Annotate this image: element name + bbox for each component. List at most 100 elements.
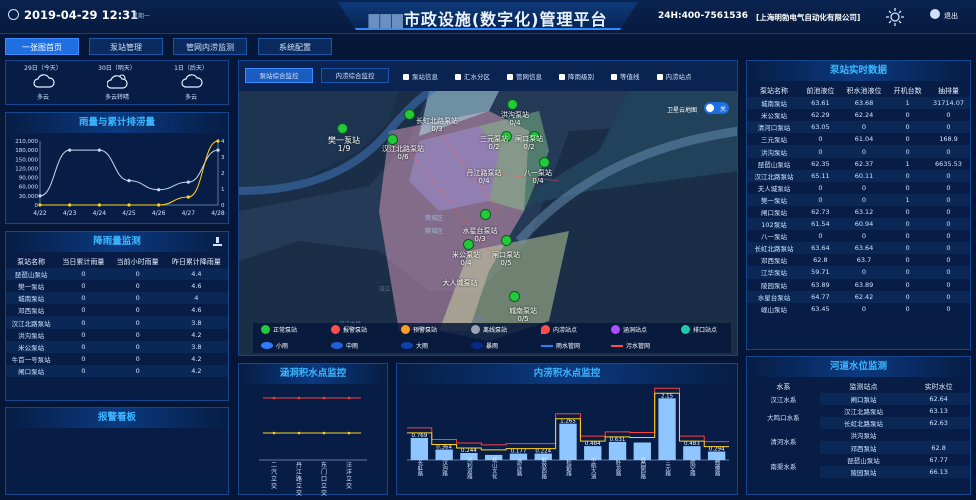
logout-link[interactable]: 退出 — [944, 11, 958, 21]
table-row: 米公泵站 0 0 3.8 — [6, 340, 228, 353]
pump-marker[interactable] — [387, 134, 398, 145]
cloud-icon — [33, 74, 55, 88]
nav-pump[interactable]: 泵站管理 — [89, 38, 163, 55]
checkbox-icon — [611, 74, 617, 80]
table-row: 城南泵站 63.61 63.68 1 31714.07 — [747, 97, 970, 110]
pump-label: 八一泵站 0/4 — [524, 169, 552, 185]
waterlevel-panel: 河道水位监测 水系 监测站点 实时水位 汉江水系 闸口泵站 62.64 大鸣口水系 汉江北路泵… — [746, 356, 971, 495]
data-label: 0.769 — [412, 433, 428, 439]
x-tick-label: 卧龙路 — [615, 459, 622, 478]
x-tick-label: 解放西路 — [540, 456, 547, 481]
data-label: 0.244 — [461, 448, 477, 454]
table-row: 陵园泵站 63.89 63.89 0 0 — [761, 280, 951, 290]
svg-text:汉江: 汉江 — [474, 315, 486, 323]
y-tick-label: 180,000 — [15, 148, 38, 154]
rainfall-panel: 雨量与累计排涝量 210,000 180,000 150,000 120,000 90,… — [5, 112, 229, 224]
data-point — [97, 203, 101, 207]
waterlevel-table: 水系 监测站点 实时水位 汉江水系 闸口泵站 62.64 大鸣口水系 汉江北路泵站 63.13 长… — [747, 381, 970, 478]
tab-flood-monitor[interactable]: 内涝综合监控 — [321, 68, 389, 83]
alarm-title: 报警看板 — [6, 408, 228, 428]
table-row: 夫人城泵站 0 0 0 0 — [757, 183, 951, 193]
x-tick-label: 游泳路 — [515, 459, 522, 478]
x-tick-label: 春园西路 — [639, 456, 646, 481]
table-row: 汉江北路泵站 0 0 3.8 — [6, 316, 228, 329]
weekday: 星期一 — [132, 13, 151, 20]
waterlog-title: 内涝积水点监控 — [397, 364, 737, 384]
map-filters: 泵站信息 汇水分区 管网信息 降雨级别 等值线 内涝站点 — [403, 71, 692, 81]
data-label: 0.364 — [436, 445, 452, 451]
table-row: 江华泵站 59.71 0 0 0 — [747, 266, 970, 279]
pump-label: 三元泵站 0/2 — [480, 135, 508, 151]
data-point — [38, 203, 42, 207]
data-point — [38, 194, 42, 198]
data-point — [127, 179, 131, 183]
cloud-icon — [181, 74, 203, 88]
sun-icon[interactable] — [886, 8, 904, 26]
bar — [707, 451, 726, 460]
pump-marker[interactable] — [337, 123, 348, 134]
data-label: 0.631 — [610, 437, 626, 443]
hotline: 24H:400-7561536 — [658, 11, 749, 21]
pump-label: 闸口泵站 0/2 — [515, 135, 543, 151]
pumpdata-table: 泵站名称 前池液位 积水池液位 开机台数 抽排量 城南泵站 63.61 63.68 1 31714… — [747, 85, 970, 315]
data-label: 0.294 — [709, 447, 725, 453]
user-icon[interactable] — [930, 9, 940, 19]
culvert-cat: 东门口立交 — [320, 462, 327, 497]
table-row: 三元泵站 0 61.04 0 168.9 — [761, 135, 958, 145]
map-canvas[interactable]: 樊城区 汉江 汉江大桥 汉江 — [239, 91, 738, 356]
data-point — [216, 148, 220, 152]
table-row: 琵琶山泵站 62.35 62.37 1 6635.53 — [757, 159, 962, 169]
datetime: 2019-04-29 12:31 — [24, 8, 139, 22]
table-row: 八一泵站 0 0 0 0 — [761, 232, 951, 242]
culvert-title: 涵洞积水点监控 — [239, 364, 387, 384]
table-row: 邓西泵站 0 0 4.6 — [18, 306, 202, 316]
satellite-toggle[interactable]: 关 — [704, 102, 729, 114]
filter-checkbox[interactable]: 内涝站点 — [656, 71, 692, 81]
x-tick-label: 三元路 — [664, 460, 671, 478]
pump-marker[interactable] — [507, 99, 518, 110]
pump-label: 城南泵站 0/5 — [509, 307, 537, 323]
y-tick-label: 120,000 — [15, 166, 38, 172]
y-tick-label: 210,000 — [15, 139, 38, 145]
bar — [410, 437, 429, 460]
data-label: 2.15 — [661, 393, 674, 399]
y2-tick-label: 3 — [221, 155, 225, 161]
alarm-panel: 报警看板 — [5, 407, 229, 495]
filter-checkbox[interactable]: 汇水分区 — [455, 71, 490, 81]
table-row: 洪沟泵站 0 0 0 0 — [747, 145, 970, 158]
filter-checkbox[interactable]: 等值线 — [611, 71, 640, 81]
data-point — [68, 148, 72, 152]
y2-tick-label: 1 — [221, 187, 225, 193]
pump-marker[interactable] — [463, 239, 474, 250]
filter-checkbox[interactable]: 泵站信息 — [403, 71, 438, 81]
filter-checkbox[interactable]: 管网信息 — [507, 71, 542, 81]
culvert-cat: 二汽立交 — [270, 462, 277, 490]
waterlog-panel: 内涝积水点监控 0.769 长虹路 0.364 汉沟路 0.244 鸿利道路 岘山文化 0.1… — [396, 363, 738, 495]
pump-label: 米公泵站 0/4 — [452, 251, 480, 267]
pump-marker[interactable] — [480, 209, 491, 220]
download-icon[interactable] — [213, 237, 222, 246]
table-row: 樊一泵站 0 0 4.6 — [18, 282, 202, 292]
nav-home[interactable]: 一张图首页 — [5, 38, 79, 55]
x-tick-label: 4/25 — [122, 210, 136, 217]
nav-config[interactable]: 系统配置 — [258, 38, 332, 55]
bar — [658, 398, 676, 460]
culvert-cat: 丹江路立交 — [295, 462, 302, 497]
pump-marker[interactable] — [509, 291, 520, 302]
district-label: 樊城区 — [425, 215, 444, 222]
tab-pump-monitor[interactable]: 泵站综合监控 — [245, 68, 313, 83]
cloud-sun-icon — [107, 74, 128, 89]
table-row: 城南泵站 0 0 4 — [6, 292, 228, 305]
company-name: [上海明勃电气自动化有限公司] — [756, 13, 861, 22]
pump-marker[interactable] — [539, 157, 550, 168]
filter-checkbox[interactable]: 降雨级别 — [559, 71, 594, 81]
table-row: 大鸣口水系 汉江北路泵站 63.13 — [747, 405, 970, 430]
x-tick-label: 4/28 — [211, 210, 225, 217]
nav-network[interactable]: 管网内涝监测 — [173, 38, 247, 55]
pump-marker[interactable] — [501, 235, 512, 246]
x-tick-label: 4/26 — [152, 210, 166, 217]
rainfall-title: 雨量与累计排涝量 — [6, 113, 228, 133]
pump-label: 长虹北路泵站 0/3 — [416, 117, 458, 133]
culvert-cat: 汪洋立交 — [345, 462, 352, 490]
table-row: 樊一泵站 0 0 1 0 — [747, 193, 970, 206]
